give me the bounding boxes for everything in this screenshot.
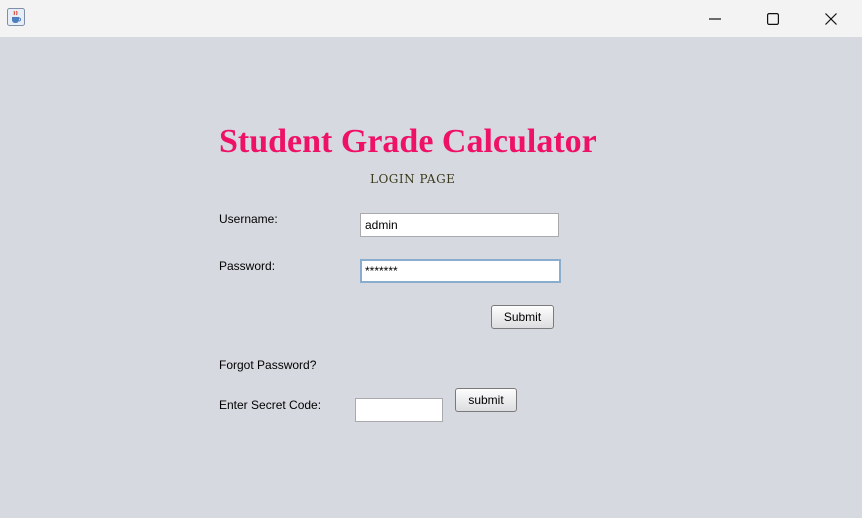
minimize-icon <box>709 17 721 20</box>
page-subtitle: LOGIN PAGE <box>370 172 456 186</box>
username-label: Username: <box>219 212 278 226</box>
maximize-icon <box>767 12 779 25</box>
password-label: Password: <box>219 259 276 273</box>
login-panel: Student Grade Calculator LOGIN PAGE User… <box>0 37 862 518</box>
forgot-password-label: Forgot Password? <box>219 358 317 372</box>
login-submit-button[interactable]: Submit <box>491 305 554 329</box>
close-button[interactable] <box>802 0 860 37</box>
minimize-button[interactable] <box>686 0 744 37</box>
maximize-button[interactable] <box>744 0 802 37</box>
window-titlebar <box>0 0 862 37</box>
java-cup-icon <box>7 8 25 26</box>
close-icon <box>825 12 837 25</box>
secret-submit-button[interactable]: submit <box>455 388 517 412</box>
secret-code-label: Enter Secret Code: <box>219 398 322 412</box>
secret-code-field[interactable] <box>355 398 443 422</box>
app-title: Student Grade Calculator <box>219 123 597 160</box>
password-field[interactable]: ******* <box>360 259 561 283</box>
username-field[interactable]: admin <box>360 213 559 237</box>
